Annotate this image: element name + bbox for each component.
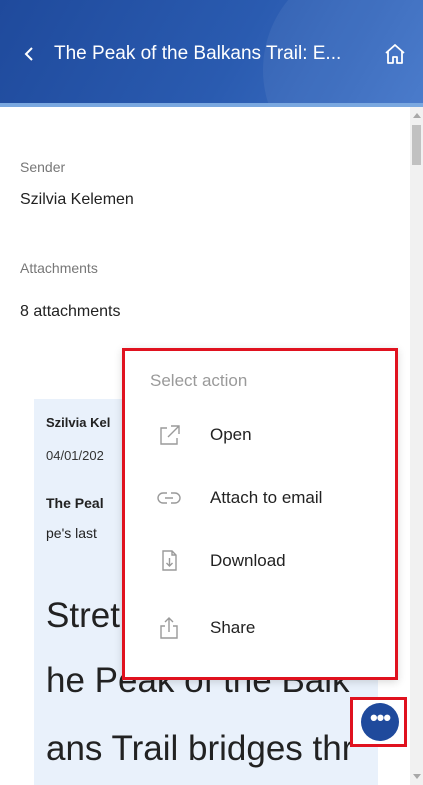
sender-value: Szilvia Kelemen (20, 191, 134, 208)
menu-item-attach-to-email[interactable]: Attach to email (125, 472, 395, 524)
scroll-up-arrow-icon[interactable] (413, 113, 421, 118)
menu-item-open[interactable]: Open (125, 409, 395, 461)
menu-item-label: Share (210, 618, 256, 637)
more-actions-highlight: ••• (350, 697, 407, 747)
menu-item-download[interactable]: Download (125, 535, 395, 587)
more-horizontal-icon: ••• (369, 705, 391, 730)
message-sender: Szilvia Kel (46, 415, 111, 430)
message-subject-continued: pe's last (46, 525, 97, 541)
scroll-down-arrow-icon[interactable] (413, 774, 421, 779)
menu-item-label: Attach to email (210, 488, 323, 507)
attachments-value[interactable]: 8 attachments (20, 303, 121, 321)
more-actions-button[interactable]: ••• (361, 703, 399, 741)
message-body-line: ans Trail bridges thr (46, 729, 354, 768)
menu-item-share[interactable]: Share (125, 602, 395, 654)
home-icon[interactable] (381, 40, 409, 68)
menu-item-label: Open (210, 425, 252, 444)
chevron-left-icon[interactable] (18, 42, 42, 66)
message-body-line: Stret (46, 596, 120, 635)
select-action-menu: Select action Open Attach to email Downl… (122, 348, 398, 680)
menu-title: Select action (150, 371, 248, 390)
page-title: The Peak of the Balkans Trail: E... (54, 43, 342, 64)
menu-item-label: Download (210, 551, 286, 570)
open-external-icon (155, 421, 183, 449)
sender-label: Sender (20, 159, 66, 175)
attachments-label: Attachments (20, 260, 98, 276)
share-icon (155, 614, 183, 642)
scrollbar[interactable] (410, 107, 423, 785)
app-header: The Peak of the Balkans Trail: E... (0, 0, 423, 103)
scrollbar-thumb[interactable] (412, 125, 421, 165)
message-date: 04/01/202 (46, 448, 104, 463)
message-subject: The Peal (46, 495, 104, 511)
download-file-icon (155, 547, 183, 575)
link-icon (155, 484, 183, 512)
